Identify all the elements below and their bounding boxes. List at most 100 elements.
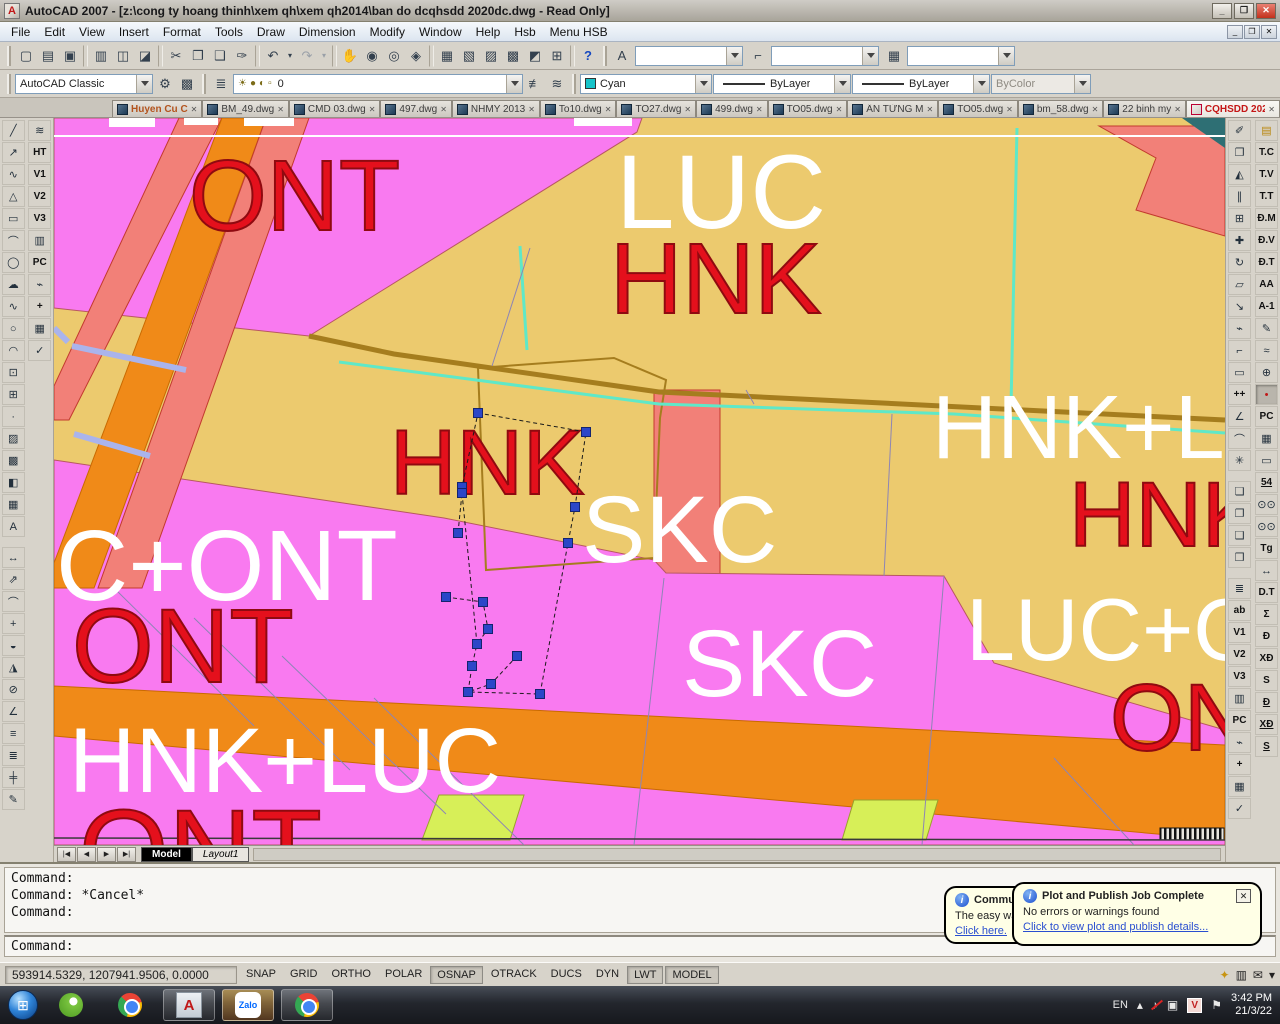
table-style-icon[interactable]: ▦: [883, 45, 905, 67]
plus-tool-button[interactable]: +: [28, 296, 51, 317]
menu-item[interactable]: Hsb: [507, 23, 542, 41]
pc2-button[interactable]: PC: [1255, 406, 1278, 427]
close-tab-icon[interactable]: ✕: [191, 105, 198, 114]
chevron-down-icon[interactable]: [998, 47, 1014, 65]
paste-icon[interactable]: ❑: [209, 45, 231, 67]
toolbar-grip[interactable]: [7, 74, 11, 94]
close-tab-icon[interactable]: ✕: [836, 105, 843, 114]
trim-tool-icon[interactable]: ⌁: [28, 274, 51, 295]
draw-order-under-icon[interactable]: ❒: [1228, 547, 1251, 568]
pan-icon[interactable]: ✋: [339, 45, 361, 67]
help-icon[interactable]: ?: [577, 45, 599, 67]
doc-tab[interactable]: BM_49.dwg ✕: [202, 100, 289, 117]
menu-item[interactable]: View: [72, 23, 112, 41]
menu-item[interactable]: Help: [469, 23, 508, 41]
area-54-button[interactable]: 54: [1255, 472, 1278, 493]
selection-grip[interactable]: [487, 680, 496, 689]
status-toggle[interactable]: OTRACK: [485, 966, 543, 984]
close-tab-icon[interactable]: ✕: [277, 105, 284, 114]
taskbar-chrome-button[interactable]: [104, 989, 156, 1021]
dim-arc-icon[interactable]: ⌒: [2, 591, 25, 612]
linetype-combo[interactable]: ByLayer: [713, 74, 851, 94]
toolbar-grip[interactable]: [572, 74, 576, 94]
antivirus-icon[interactable]: V: [1187, 998, 1202, 1013]
status-toggle[interactable]: SNAP: [240, 966, 282, 984]
dim-angular-icon[interactable]: ∠: [2, 701, 25, 722]
toolbar-button[interactable]: [255, 45, 260, 67]
toolbar-button[interactable]: [158, 45, 163, 67]
close-tab-icon[interactable]: ✕: [1092, 105, 1099, 114]
doc-tab[interactable]: To10.dwg ✕: [540, 100, 617, 117]
dv-button[interactable]: Đ.V: [1255, 230, 1278, 251]
menu-item[interactable]: Menu HSB: [543, 23, 615, 41]
close-tab-icon[interactable]: ✕: [369, 105, 376, 114]
close-balloon-icon[interactable]: ✕: [1236, 889, 1251, 903]
menu-item[interactable]: Draw: [250, 23, 292, 41]
d-ul-button[interactable]: Đ: [1255, 692, 1278, 713]
stretch-icon[interactable]: ↘: [1228, 296, 1251, 317]
selection-grip[interactable]: [564, 539, 573, 548]
status-toggle[interactable]: DYN: [590, 966, 625, 984]
doc-tab[interactable]: bm_58.dwg ✕: [1018, 100, 1103, 117]
doc-tab[interactable]: Huyen Cu C ✕: [112, 100, 202, 117]
zoom-window-icon[interactable]: ◎: [383, 45, 405, 67]
menu-item[interactable]: Insert: [112, 23, 156, 41]
chevron-down-icon[interactable]: [862, 47, 878, 65]
layer-previous-icon[interactable]: ≋: [546, 73, 568, 95]
pencil-tool-icon[interactable]: ✎: [1255, 318, 1278, 339]
selection-grip[interactable]: [582, 428, 591, 437]
action-center-icon[interactable]: ⚑: [1211, 998, 1222, 1012]
draw-order-front-icon[interactable]: ❏: [1228, 481, 1251, 502]
circles2-tool-icon[interactable]: ⊙⊙: [1255, 516, 1278, 537]
taskbar-chrome2-button[interactable]: [281, 989, 333, 1021]
doc-tab[interactable]: NHMY 2013 ✕: [452, 100, 540, 117]
text-style-icon[interactable]: A: [611, 45, 633, 67]
taskbar-coccoc-button[interactable]: [45, 989, 97, 1021]
plot-icon[interactable]: ▥: [90, 45, 112, 67]
make-object-layer-current-icon[interactable]: ≢: [524, 73, 546, 95]
move-icon[interactable]: ✚: [1228, 230, 1251, 251]
status-toggle[interactable]: MODEL: [665, 966, 718, 984]
point-tool-button[interactable]: •: [1255, 384, 1278, 405]
sum-button[interactable]: Σ: [1255, 604, 1278, 625]
doc-tab[interactable]: ÂN TỪNG M ✕: [847, 100, 938, 117]
doc-tab[interactable]: TO05.dwg ✕: [768, 100, 848, 117]
quickcalc-icon[interactable]: ⊞: [546, 45, 568, 67]
status-menu-icon[interactable]: ▾: [1269, 968, 1275, 982]
dim-ordinate-icon[interactable]: +: [2, 613, 25, 634]
selection-grip[interactable]: [513, 652, 522, 661]
workspace-save-icon[interactable]: ▩: [176, 73, 198, 95]
ellipse-icon[interactable]: ○: [2, 318, 25, 339]
trim-right-icon[interactable]: ⌁: [1228, 732, 1251, 753]
gradient-icon[interactable]: ▩: [2, 450, 25, 471]
table2-icon[interactable]: ▦: [1255, 428, 1278, 449]
menu-item[interactable]: Edit: [37, 23, 72, 41]
last-tab-icon[interactable]: ▶|: [117, 847, 136, 862]
selection-grip[interactable]: [473, 640, 482, 649]
table-style-combo[interactable]: [907, 46, 1015, 66]
toolbar-grip[interactable]: [7, 46, 11, 66]
tg-button[interactable]: Tg: [1255, 538, 1278, 559]
save-icon[interactable]: ▣: [59, 45, 81, 67]
fillet-icon[interactable]: ⌒: [1228, 428, 1251, 449]
dim-jogged-icon[interactable]: ◮: [2, 657, 25, 678]
doc-tab[interactable]: CQHSDD 202 ✕: [1186, 100, 1280, 117]
close-tab-icon[interactable]: ✕: [756, 105, 763, 114]
workspace-settings-icon[interactable]: ⚙: [154, 73, 176, 95]
clock[interactable]: 3:42 PM 21/3/22: [1231, 992, 1272, 1018]
insert-block-icon[interactable]: ⊡: [2, 362, 25, 383]
menu-item[interactable]: Modify: [363, 23, 412, 41]
selection-grip[interactable]: [571, 503, 580, 512]
match-properties-icon[interactable]: ✑: [231, 45, 253, 67]
close-tab-icon[interactable]: ✕: [440, 105, 447, 114]
workspace-combo[interactable]: AutoCAD Classic: [15, 74, 153, 94]
plus-right-button[interactable]: +: [1228, 754, 1251, 775]
selection-grip[interactable]: [474, 409, 483, 418]
toolbar-button[interactable]: [570, 45, 575, 67]
copy-object-icon[interactable]: ❐: [1228, 142, 1251, 163]
dim-continue-icon[interactable]: ╪: [2, 767, 25, 788]
open-icon[interactable]: ▤: [37, 45, 59, 67]
new-icon[interactable]: ▢: [15, 45, 37, 67]
toolbar-grip[interactable]: [202, 74, 206, 94]
hatch-icon[interactable]: ▨: [2, 428, 25, 449]
